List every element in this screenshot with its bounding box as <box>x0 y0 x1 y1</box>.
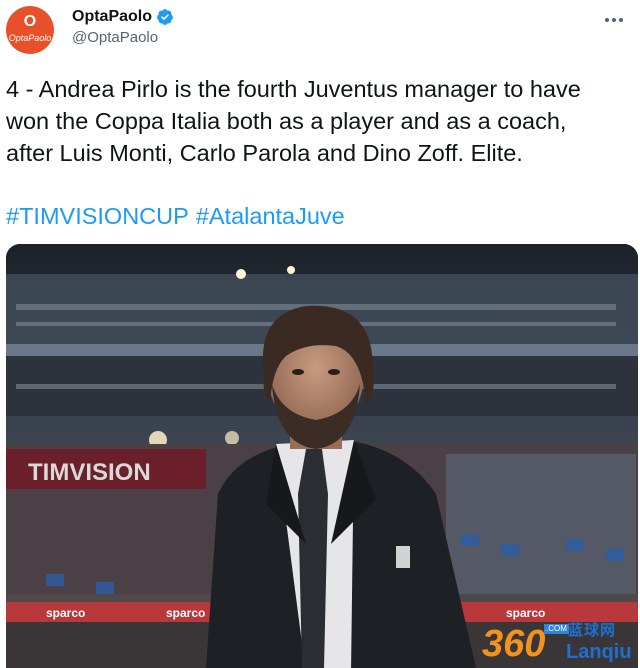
photo-illustration: TIMVISION sparco sparco sparco <box>6 244 638 668</box>
hashtag-link[interactable]: #AtalantaJuve <box>196 203 345 229</box>
display-name[interactable]: OptaPaolo <box>72 8 152 26</box>
stadium-sign-text: TIMVISION <box>28 459 151 486</box>
watermark-number: 360 <box>482 623 546 665</box>
board-text: sparco <box>46 606 85 620</box>
site-watermark: 360 .COM 蓝球网 Lanqiu <box>482 622 632 666</box>
tweet-text: 4 - Andrea Pirlo is the fourth Juventus … <box>6 76 581 166</box>
verified-badge-icon <box>157 9 173 25</box>
watermark-domain-tag: .COM <box>544 624 569 634</box>
avatar[interactable]: O OptaPaolo <box>6 6 54 54</box>
hashtag-link[interactable]: #TIMVISIONCUP <box>6 203 189 229</box>
avatar-logo-mark: O <box>23 13 37 30</box>
watermark-chinese-text: 蓝球网 <box>568 622 617 639</box>
hashtag-row: #TIMVISIONCUP #AtalantaJuve <box>6 200 352 232</box>
name-row: OptaPaolo <box>72 6 174 28</box>
tweet-header: O OptaPaolo OptaPaolo @OptaPaolo <box>0 0 640 60</box>
board-text: sparco <box>166 606 205 620</box>
tweet-photo[interactable]: TIMVISION sparco sparco sparco 360 .COM … <box>6 244 638 668</box>
more-options-icon[interactable] <box>602 8 626 32</box>
watermark-english-text: Lanqiu <box>566 641 632 663</box>
avatar-brand-text: OptaPaolo <box>8 33 52 43</box>
handle[interactable]: @OptaPaolo <box>72 29 158 46</box>
board-text: sparco <box>506 606 545 620</box>
